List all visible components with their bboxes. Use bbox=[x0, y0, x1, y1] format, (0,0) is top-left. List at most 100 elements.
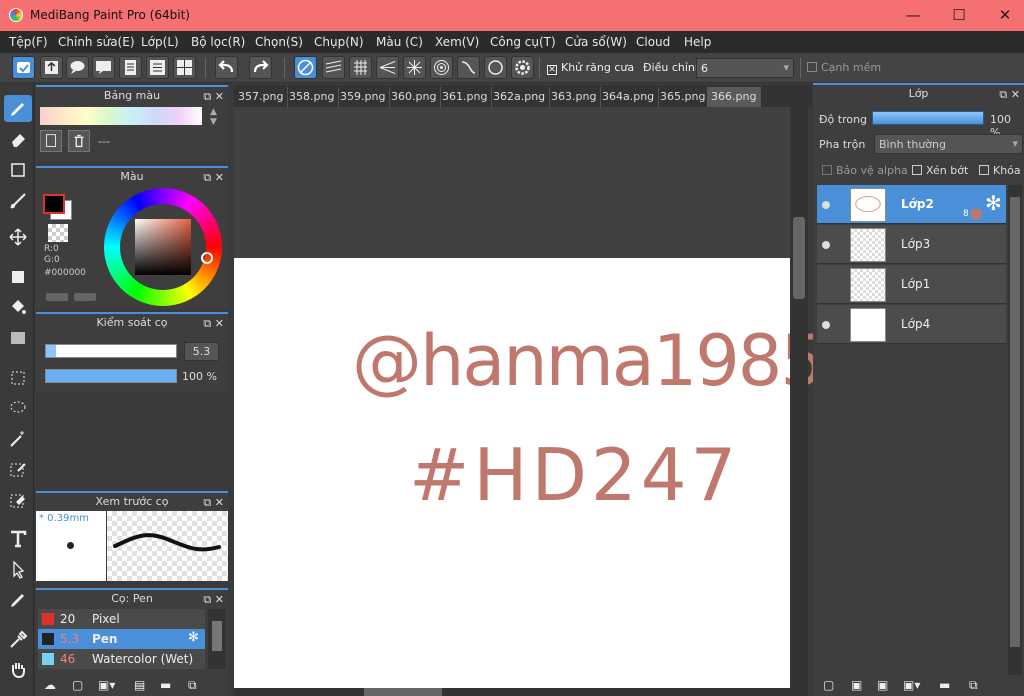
panel-float-close-icon[interactable]: ⧉ ✕ bbox=[203, 169, 224, 186]
visibility-eye-icon[interactable] bbox=[822, 321, 830, 329]
menu-window[interactable]: Cửa sổ(W) bbox=[565, 35, 627, 49]
panel-float-close-icon[interactable]: ⧉ ✕ bbox=[203, 494, 224, 511]
add-layer-menu-icon[interactable]: ▣▾ bbox=[903, 678, 920, 692]
brush-file-icon[interactable]: ▤ bbox=[134, 678, 145, 692]
dot-tool-icon[interactable] bbox=[4, 156, 32, 183]
brush-size-value[interactable]: 5.3 bbox=[184, 342, 219, 361]
list-icon[interactable] bbox=[146, 56, 169, 79]
menu-color[interactable]: Màu (C) bbox=[376, 35, 423, 49]
visibility-eye-icon[interactable] bbox=[822, 201, 830, 209]
concentric-snap-icon[interactable] bbox=[430, 56, 453, 79]
layer-row-lop2[interactable]: Lớp2 8 ✻ bbox=[817, 185, 1006, 224]
tab-357[interactable]: 357.png bbox=[234, 87, 289, 107]
tab-359[interactable]: 359.png bbox=[336, 87, 391, 107]
hue-handle[interactable] bbox=[201, 252, 213, 264]
cloud-brush-icon[interactable]: ☁ bbox=[44, 678, 56, 692]
drawing-canvas[interactable]: @hanma1985 #HD247 bbox=[234, 258, 825, 688]
grid-icon[interactable] bbox=[173, 56, 196, 79]
brush-opacity-slider[interactable] bbox=[45, 369, 177, 383]
canvas-vscrollbar[interactable] bbox=[790, 107, 808, 688]
panel-float-close-icon[interactable]: ⧉ ✕ bbox=[203, 88, 224, 105]
select-eraser-tool-icon[interactable] bbox=[4, 486, 32, 513]
brush-item-pen[interactable]: 5.3 Pen ✻ bbox=[38, 629, 205, 649]
trash-icon[interactable] bbox=[68, 130, 90, 152]
duplicate-icon[interactable]: ⧉ bbox=[188, 678, 197, 693]
snap-off-icon[interactable] bbox=[294, 56, 317, 79]
soft-edge-toggle[interactable]: Cạnh mềm bbox=[807, 61, 881, 74]
parallel-snap-icon[interactable] bbox=[322, 56, 345, 79]
duplicate-layer-icon[interactable]: ⧉ bbox=[969, 678, 978, 693]
layer-opacity-slider[interactable] bbox=[872, 111, 984, 125]
transparent-swatch[interactable] bbox=[48, 224, 68, 242]
brush-item-watercolor[interactable]: 46 Watercolor (Wet) bbox=[38, 649, 205, 669]
eyedropper-small-button[interactable] bbox=[74, 293, 96, 301]
line-tool-icon[interactable] bbox=[4, 187, 32, 214]
saturation-value-square[interactable] bbox=[135, 219, 191, 275]
palette-swatches[interactable] bbox=[40, 107, 202, 125]
adjust-select[interactable]: 6 ▾ bbox=[696, 58, 794, 78]
antialias-toggle[interactable]: ✕ Khử răng cưa bbox=[547, 61, 634, 75]
undo-icon[interactable] bbox=[215, 56, 238, 79]
text-tool-icon[interactable] bbox=[4, 525, 32, 552]
layer-settings-gear-icon[interactable]: ✻ bbox=[985, 191, 1002, 215]
cloud-save-icon[interactable] bbox=[12, 56, 35, 79]
redo-icon[interactable] bbox=[249, 56, 272, 79]
new-1bit-layer-icon[interactable]: ▣ bbox=[877, 678, 888, 692]
gradient-tool-icon[interactable] bbox=[4, 324, 32, 351]
add-color-button[interactable] bbox=[46, 293, 68, 301]
menu-tools[interactable]: Công cụ(T) bbox=[490, 35, 556, 49]
hand-tool-icon[interactable] bbox=[4, 656, 32, 683]
move-tool-icon[interactable] bbox=[4, 223, 32, 250]
add-brush-icon[interactable]: ▣▾ bbox=[98, 678, 115, 692]
comment-icon[interactable] bbox=[66, 56, 89, 79]
menu-edit[interactable]: Chỉnh sửa(E) bbox=[58, 35, 135, 49]
brush-list-scrollbar[interactable] bbox=[208, 609, 226, 669]
tab-364a[interactable]: 364a.png bbox=[598, 87, 660, 107]
brush-settings-gear-icon[interactable]: ✻ bbox=[188, 630, 199, 645]
new-layer-icon[interactable]: ▢ bbox=[823, 678, 834, 692]
tab-363[interactable]: 363.png bbox=[547, 87, 602, 107]
menu-layer[interactable]: Lớp(L) bbox=[141, 35, 179, 49]
menu-view[interactable]: Xem(V) bbox=[435, 35, 479, 49]
select-pen-tool-icon[interactable] bbox=[4, 455, 32, 482]
clip-toggle[interactable]: Xén bớt bbox=[912, 164, 968, 177]
ellipse-snap-icon[interactable] bbox=[484, 56, 507, 79]
new-palette-icon[interactable] bbox=[40, 130, 62, 152]
blend-mode-select[interactable]: Bình thường ▾ bbox=[874, 134, 1023, 154]
tab-365[interactable]: 365.png bbox=[656, 87, 711, 107]
protect-alpha-toggle[interactable]: Bảo vệ alpha bbox=[822, 164, 908, 177]
hue-ring[interactable] bbox=[104, 188, 222, 306]
palette-scroll-icon[interactable]: ▲ ▼ bbox=[210, 107, 217, 127]
panel-float-close-icon[interactable]: ⧉ ✕ bbox=[203, 315, 224, 332]
foreground-color-swatch[interactable] bbox=[43, 194, 65, 214]
new-8bit-layer-icon[interactable]: ▣ bbox=[851, 678, 862, 692]
fill-rect-tool-icon[interactable] bbox=[4, 263, 32, 290]
tab-358[interactable]: 358.png bbox=[285, 87, 340, 107]
rect-select-tool-icon[interactable] bbox=[4, 364, 32, 391]
brush-tool-icon[interactable] bbox=[4, 95, 32, 122]
layer-folder-icon[interactable]: ▬ bbox=[939, 678, 950, 692]
magic-wand-tool-icon[interactable] bbox=[4, 425, 32, 452]
eraser-tool-icon[interactable] bbox=[4, 126, 32, 153]
canvas-hscrollbar[interactable] bbox=[234, 688, 808, 696]
brush-item-pixel[interactable]: 20 Pixel bbox=[38, 609, 205, 629]
tab-360[interactable]: 360.png bbox=[387, 87, 442, 107]
operation-tool-icon[interactable] bbox=[4, 555, 32, 582]
radial-snap-icon[interactable] bbox=[403, 56, 426, 79]
eyedropper-tool-icon[interactable] bbox=[4, 626, 32, 653]
layer-row-lop4[interactable]: Lớp4 bbox=[817, 305, 1006, 344]
maximize-button[interactable]: ☐ bbox=[936, 0, 982, 31]
curve-snap-icon[interactable] bbox=[457, 56, 480, 79]
menu-cloud[interactable]: Cloud bbox=[636, 35, 670, 49]
snap-settings-gear-icon[interactable] bbox=[511, 56, 534, 79]
canvas-viewport[interactable]: @hanma1985 #HD247 bbox=[234, 107, 825, 688]
layer-row-lop3[interactable]: Lớp3 bbox=[817, 225, 1006, 264]
menu-select[interactable]: Chọn(S) bbox=[255, 35, 303, 49]
folder-icon[interactable]: ▬ bbox=[160, 678, 171, 692]
cross-snap-icon[interactable] bbox=[349, 56, 372, 79]
divide-tool-icon[interactable] bbox=[4, 586, 32, 613]
layer-list-scrollbar[interactable] bbox=[1008, 185, 1022, 675]
minimize-button[interactable]: — bbox=[890, 0, 936, 31]
tab-366[interactable]: 366.png bbox=[707, 87, 762, 107]
lock-toggle[interactable]: Khóa bbox=[979, 164, 1021, 177]
